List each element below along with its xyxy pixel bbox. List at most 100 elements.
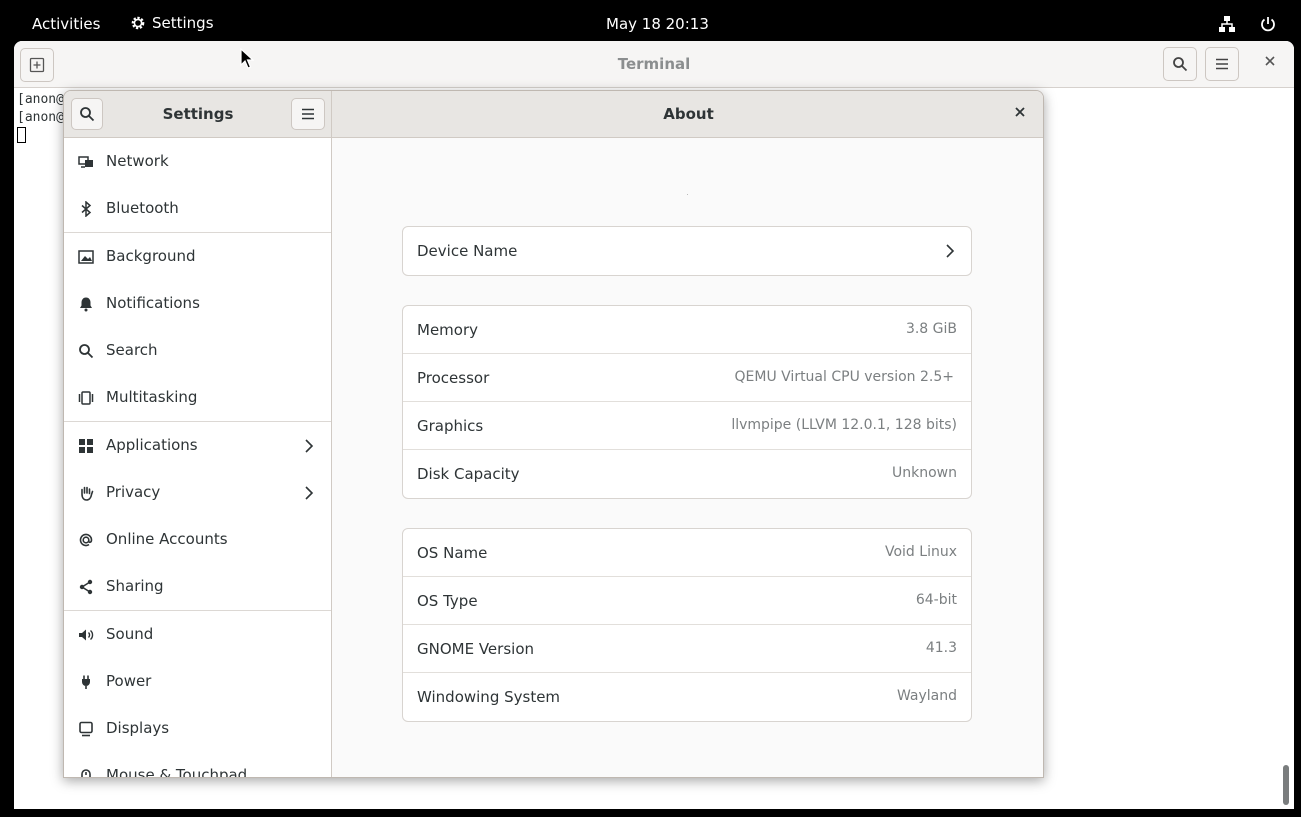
bell-icon bbox=[78, 296, 94, 312]
terminal-scrollbar[interactable] bbox=[1283, 765, 1289, 805]
sidebar-item-network[interactable]: Network bbox=[64, 138, 331, 185]
sidebar-item-applications[interactable]: Applications bbox=[64, 422, 331, 469]
sidebar-item-mouse-touchpad[interactable]: Mouse & Touchpad bbox=[64, 752, 331, 778]
sidebar-item-label: Notifications bbox=[106, 294, 200, 312]
info-label: OS Name bbox=[417, 544, 488, 562]
hardware-card: Memory 3.8 GiB Processor QEMU Virtual CP… bbox=[402, 305, 972, 499]
sidebar-item-label: Applications bbox=[106, 436, 198, 454]
info-label: Graphics bbox=[417, 417, 484, 435]
info-label: Memory bbox=[417, 321, 479, 339]
hand-icon bbox=[78, 485, 94, 501]
info-label: Processor bbox=[417, 369, 490, 387]
settings-window: Settings About Network Bluetooth Backgro… bbox=[63, 90, 1044, 778]
app-menu-label: Settings bbox=[152, 14, 214, 32]
os-logo bbox=[687, 194, 688, 195]
terminal-cursor bbox=[17, 127, 26, 143]
sidebar-item-background[interactable]: Background bbox=[64, 233, 331, 280]
search-icon bbox=[1172, 56, 1188, 72]
network-wired-icon[interactable] bbox=[1218, 15, 1236, 33]
sidebar-item-label: Displays bbox=[106, 719, 170, 737]
sidebar-item-sound[interactable]: Sound bbox=[64, 611, 331, 658]
sidebar-item-label: Search bbox=[106, 341, 158, 359]
terminal-output[interactable]: [anon@ [anon@ bbox=[17, 91, 64, 145]
info-row-os-name: OS Name Void Linux bbox=[403, 529, 971, 577]
terminal-close-button[interactable] bbox=[1264, 55, 1276, 67]
chevron-right-icon bbox=[943, 243, 957, 259]
terminal-line: [anon@ bbox=[17, 92, 64, 107]
mouse-pointer-icon bbox=[240, 48, 254, 70]
info-value: 41.3 bbox=[925, 640, 957, 656]
sidebar-item-label: Network bbox=[106, 152, 169, 170]
info-row-graphics: Graphics llvmpipe (LLVM 12.0.1, 128 bits… bbox=[403, 402, 971, 450]
device-name-row[interactable]: Device Name bbox=[403, 227, 971, 275]
sidebar-item-label: Privacy bbox=[106, 483, 161, 501]
sidebar-item-label: Background bbox=[106, 247, 196, 265]
sidebar-item-label: Online Accounts bbox=[106, 530, 228, 548]
at-icon bbox=[78, 532, 94, 548]
sidebar-item-sharing[interactable]: Sharing bbox=[64, 563, 331, 610]
sidebar-item-power[interactable]: Power bbox=[64, 658, 331, 705]
terminal-title: Terminal bbox=[617, 55, 691, 73]
chevron-right-icon bbox=[302, 438, 316, 454]
hamburger-icon bbox=[1214, 56, 1230, 72]
info-label: Windowing System bbox=[417, 688, 561, 706]
activities-button[interactable]: Activities bbox=[32, 15, 100, 33]
info-value: Wayland bbox=[896, 688, 957, 704]
sidebar-item-privacy[interactable]: Privacy bbox=[64, 469, 331, 516]
speaker-icon bbox=[78, 627, 94, 643]
info-row-os-type: OS Type 64-bit bbox=[403, 577, 971, 625]
info-value: 3.8 GiB bbox=[905, 321, 957, 337]
info-value: Void Linux bbox=[884, 544, 957, 560]
sidebar-item-label: Multitasking bbox=[106, 388, 198, 406]
info-row-memory: Memory 3.8 GiB bbox=[403, 306, 971, 354]
sidebar-item-label: Sound bbox=[106, 625, 154, 643]
mouse-icon bbox=[78, 768, 94, 777]
sidebar-item-bluetooth[interactable]: Bluetooth bbox=[64, 185, 331, 232]
info-value: 64-bit bbox=[915, 592, 957, 608]
info-row-processor: Processor QEMU Virtual CPU version 2.5+ bbox=[403, 354, 971, 402]
applications-icon bbox=[78, 438, 94, 454]
sidebar-item-label: Mouse & Touchpad bbox=[106, 766, 248, 778]
about-panel: Device Name Memory 3.8 GiB Processor QEM… bbox=[332, 138, 1043, 777]
settings-menu-button[interactable] bbox=[291, 98, 325, 130]
app-menu[interactable]: Settings bbox=[130, 14, 214, 32]
sidebar-item-online-accounts[interactable]: Online Accounts bbox=[64, 516, 331, 563]
gear-icon bbox=[130, 15, 146, 31]
hamburger-icon bbox=[300, 106, 316, 122]
chevron-right-icon bbox=[302, 485, 316, 501]
sidebar-item-notifications[interactable]: Notifications bbox=[64, 280, 331, 327]
content-header: About bbox=[332, 91, 1043, 138]
info-label: GNOME Version bbox=[417, 640, 534, 658]
sidebar-item-multitasking[interactable]: Multitasking bbox=[64, 374, 331, 421]
bluetooth-icon bbox=[78, 201, 94, 217]
sidebar-header: Settings bbox=[64, 91, 332, 138]
sidebar-item-label: Power bbox=[106, 672, 152, 690]
close-icon bbox=[1014, 106, 1026, 118]
info-row-gnome-version: GNOME Version 41.3 bbox=[403, 625, 971, 673]
power-plug-icon bbox=[78, 674, 94, 690]
sidebar-item-search[interactable]: Search bbox=[64, 327, 331, 374]
sidebar-item-displays[interactable]: Displays bbox=[64, 705, 331, 752]
share-icon bbox=[78, 579, 94, 595]
sidebar-item-label: Bluetooth bbox=[106, 199, 179, 217]
terminal-search-button[interactable] bbox=[1163, 47, 1197, 81]
settings-close-button[interactable] bbox=[1014, 106, 1026, 118]
multitasking-icon bbox=[78, 390, 94, 406]
terminal-menu-button[interactable] bbox=[1205, 47, 1239, 81]
info-label: Disk Capacity bbox=[417, 465, 520, 483]
info-value: QEMU Virtual CPU version 2.5+ bbox=[734, 369, 954, 385]
terminal-line: [anon@ bbox=[17, 110, 64, 125]
page-title: About bbox=[663, 105, 714, 123]
sidebar-item-label: Sharing bbox=[106, 577, 164, 595]
info-label: OS Type bbox=[417, 592, 478, 610]
power-icon[interactable] bbox=[1259, 15, 1277, 33]
network-icon bbox=[78, 154, 94, 170]
terminal-header: Terminal bbox=[14, 41, 1294, 88]
display-icon bbox=[78, 721, 94, 737]
info-row-disk-capacity: Disk Capacity Unknown bbox=[403, 450, 971, 498]
sidebar: Network Bluetooth Background Notificatio… bbox=[64, 138, 332, 778]
device-name-card: Device Name bbox=[402, 226, 972, 276]
clock[interactable]: May 18 20:13 bbox=[606, 15, 709, 33]
info-row-windowing-system: Windowing System Wayland bbox=[403, 673, 971, 721]
info-value: llvmpipe (LLVM 12.0.1, 128 bits) bbox=[731, 417, 957, 433]
